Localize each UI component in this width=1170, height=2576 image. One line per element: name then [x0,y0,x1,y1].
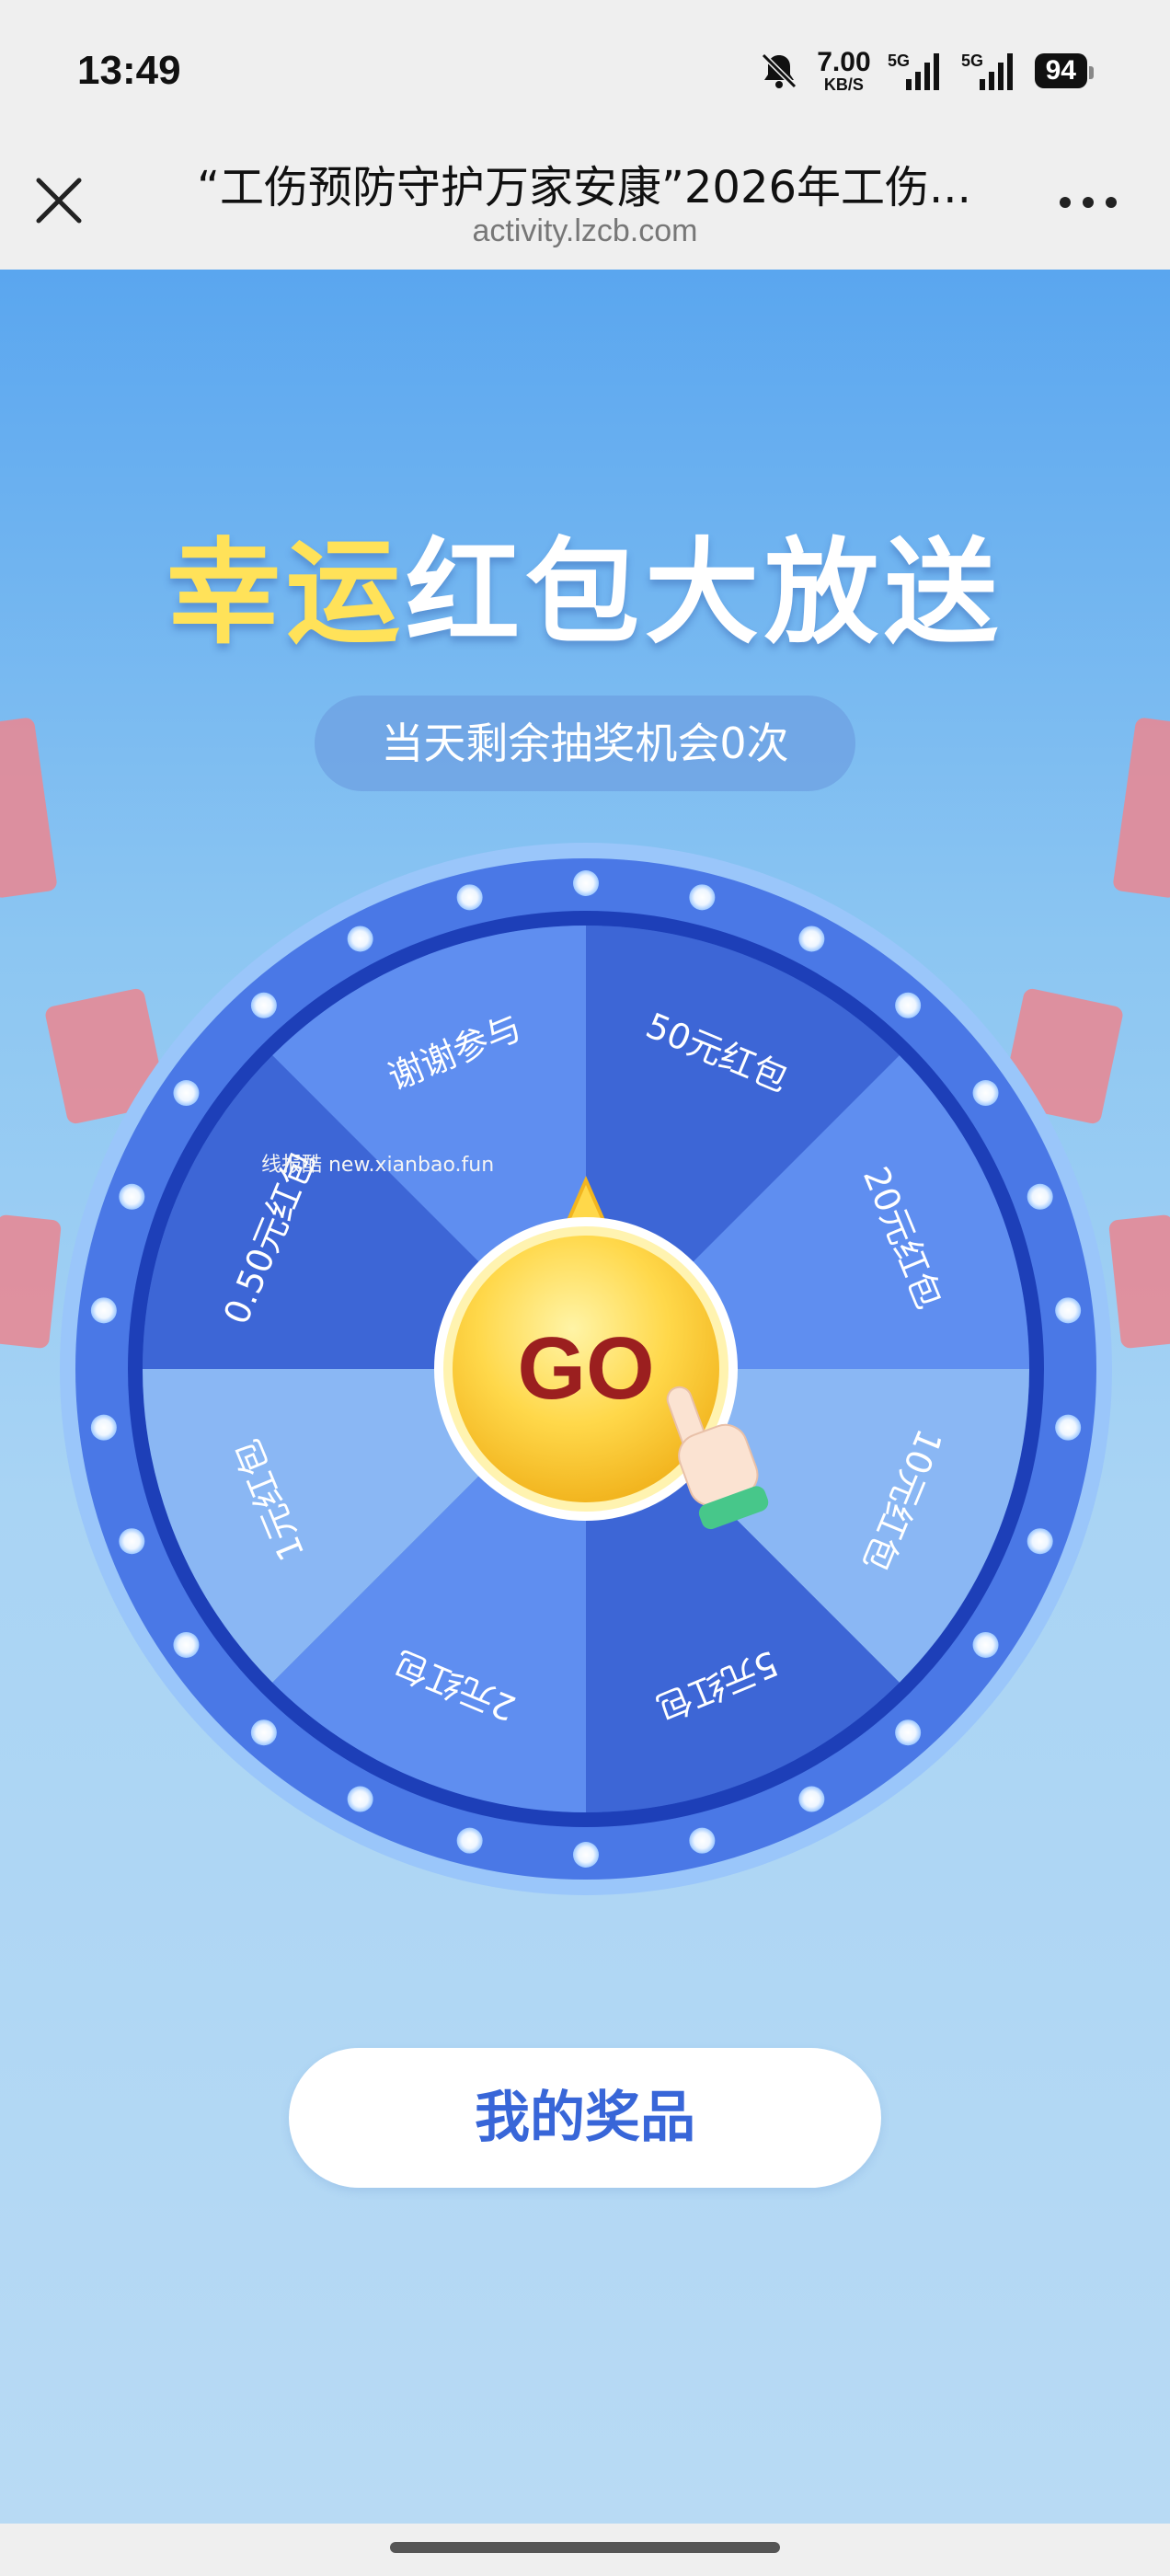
status-time: 13:49 [77,48,181,93]
decor-envelope [1112,717,1170,899]
wheel-bulb [250,992,277,1018]
page-title: “工伤预防守护万家安康”2026年工伤... [197,162,971,213]
page-domain: activity.lzcb.com [472,213,698,248]
sim1-label: 5G [888,52,910,70]
prize-wheel: 50元红包20元红包10元红包5元红包2元红包1元红包0.50元红包谢谢参与 G… [60,843,1112,1895]
status-bar: 13:49 7.00 KB/S 5G 5G 94 [0,0,1170,138]
browser-title-bar: “工伤预防守护万家安康”2026年工伤... activity.lzcb.com [0,138,1170,270]
system-nav-bar [0,2524,1170,2576]
net-speed: 7.00 KB/S [817,47,871,94]
wheel-bulb [347,1786,373,1812]
status-icons: 7.00 KB/S 5G 5G 94 [758,47,1095,94]
wheel-bulb [972,1080,999,1107]
wheel-bulb [689,1827,716,1854]
wheel-bulb [1055,1297,1082,1324]
wheel-bulb [798,926,825,952]
mute-bell-icon [762,52,797,89]
my-prizes-button[interactable]: 我的奖品 [289,2048,881,2188]
battery-icon: 94 [1034,53,1095,88]
wheel-bulb [972,1631,999,1658]
wheel-bulb [573,870,599,896]
signal-icon: 5G [888,52,939,90]
decor-envelope [0,717,58,899]
wheel-bulb [1027,1528,1053,1555]
sim2-label: 5G [961,52,983,70]
wheel-bulb [456,1827,483,1854]
signal-icon-2: 5G [961,52,1013,90]
decor-envelope [0,1213,63,1350]
wheel-bulb [895,992,922,1018]
wheel-bulb [573,1842,599,1868]
wheel-bulb [1027,1183,1053,1210]
wheel-bulb [250,1719,277,1746]
net-speed-value: 7.00 [817,47,871,77]
wheel-bulb [90,1414,117,1441]
battery-level: 94 [1045,55,1076,86]
decor-envelope [1107,1213,1170,1350]
hero-title: 幸运红包大放送 [0,500,1170,665]
watermark: 线报酷 new.xianbao.fun [261,1154,495,1177]
wheel-bulb [1055,1414,1082,1441]
remaining-chances: 当天剩余抽奖机会0次 [315,696,855,791]
hero-title-part1: 幸运 [166,527,406,660]
wheel-bulb [347,926,373,952]
more-icon[interactable] [1056,184,1120,221]
wheel-bulb [895,1719,922,1746]
wheel-bulb [173,1080,200,1107]
wheel-bulb [90,1297,117,1324]
wheel-bulb [119,1183,145,1210]
wheel-bulb [173,1631,200,1658]
wheel-bulb [456,884,483,911]
wheel-bulb [119,1528,145,1555]
home-indicator[interactable] [390,2542,780,2553]
net-speed-unit: KB/S [823,75,864,94]
go-label: GO [517,1319,654,1418]
wheel-bulb [798,1786,825,1812]
hero-title-part2: 红包大放送 [406,527,1004,660]
lottery-page: 幸运红包大放送 当天剩余抽奖机会0次 50元红包 20元红包 10元红包 5元红包 2元… [0,270,1170,2524]
wheel-bulb [689,884,716,911]
